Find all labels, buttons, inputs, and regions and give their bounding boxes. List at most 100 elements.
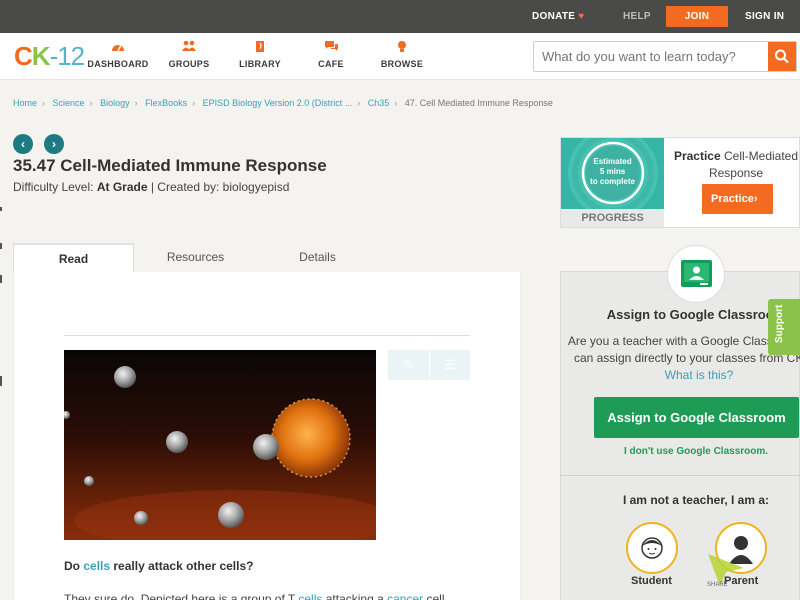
nav-dashboard-label: DASHBOARD	[87, 59, 149, 69]
created-by: | Created by: biologyepisd	[150, 180, 290, 194]
crumb-separator: ›	[357, 98, 361, 108]
progress-label: PROGRESS	[561, 209, 664, 227]
ck12-logo[interactable]: CK-12	[14, 41, 86, 72]
divider	[64, 335, 470, 336]
library-icon	[225, 40, 295, 58]
browse-icon	[367, 40, 437, 58]
estimate-line: to complete	[590, 177, 635, 186]
para-text: They sure do. Depicted here is a group o…	[64, 592, 296, 600]
tab-resources[interactable]: Resources	[135, 243, 256, 273]
para-text: cell.	[426, 592, 448, 600]
divider	[560, 475, 800, 476]
sign-in-link[interactable]: SIGN IN	[745, 0, 784, 33]
nav-groups[interactable]: GROUPS	[154, 40, 224, 69]
edge-mark	[0, 207, 2, 211]
search-box	[533, 41, 797, 72]
crumb-book[interactable]: EPISD Biology Version 2.0 (District ...	[203, 98, 353, 108]
what-is-this-link[interactable]: What is this?	[665, 368, 734, 382]
practice-heading-rest: Cell-Mediated Response	[708, 149, 799, 180]
student-option[interactable]	[626, 522, 678, 574]
crumb-current: 47. Cell Mediated Immune Response	[404, 98, 553, 108]
top-bar: DONATE ♥ HELP JOIN SIGN IN	[0, 0, 800, 33]
help-link[interactable]: HELP	[623, 0, 651, 33]
crumb-flexbooks[interactable]: FlexBooks	[145, 98, 187, 108]
chevron-left-icon: ‹	[21, 137, 25, 151]
student-label: Student	[631, 575, 672, 587]
classroom-desc-text: Are you a teacher with a Google Classroo…	[567, 334, 800, 365]
chevron-right-icon: ›	[52, 137, 56, 151]
notes-icon[interactable]: ☰	[429, 350, 470, 380]
dashboard-icon	[83, 40, 153, 58]
difficulty-value: At Grade	[96, 180, 148, 194]
practice-thumbnail: Estimated 5 mins to complete PROGRESS	[561, 138, 664, 227]
difficulty-label: Difficulty Level:	[13, 180, 94, 194]
intro-paragraph: They sure do. Depicted here is a group o…	[64, 592, 448, 600]
chevron-right-icon: ›	[754, 193, 758, 205]
no-classroom-link[interactable]: I don't use Google Classroom.	[560, 446, 800, 457]
crumb-home[interactable]: Home	[13, 98, 37, 108]
next-lesson-button[interactable]: ›	[44, 134, 64, 154]
support-label: Support	[774, 304, 785, 343]
question-suffix: really attack other cells?	[113, 559, 254, 573]
join-button[interactable]: JOIN	[666, 6, 728, 27]
tab-details[interactable]: Details	[257, 243, 378, 273]
previous-lesson-button[interactable]: ‹	[13, 134, 33, 154]
cafe-icon	[296, 40, 366, 58]
search-icon	[775, 49, 789, 64]
logo-num: -12	[49, 41, 86, 71]
nav-cafe[interactable]: CAFE	[296, 40, 366, 69]
content-tabs: Read Resources Details	[13, 243, 521, 273]
crumb-separator: ›	[42, 98, 46, 108]
share-label: SHARE	[707, 582, 728, 588]
support-tab[interactable]: Support	[768, 299, 800, 355]
question-prefix: Do	[64, 559, 80, 573]
groups-icon	[154, 40, 224, 58]
crumb-separator: ›	[89, 98, 93, 108]
cells-link[interactable]: cells	[298, 592, 322, 600]
practice-heading-bold: Practice	[673, 149, 721, 163]
pencil-icon[interactable]: ✎	[388, 350, 429, 380]
nav-cafe-label: CAFE	[318, 59, 344, 69]
nav-library-label: LIBRARY	[239, 59, 281, 69]
practice-button[interactable]: Practice ›	[702, 184, 773, 214]
nav-groups-label: GROUPS	[168, 59, 210, 69]
practice-card: Estimated 5 mins to complete PROGRESS Pr…	[560, 137, 800, 228]
edge-mark	[0, 243, 2, 249]
classroom-title: Assign to Google Classroom	[606, 307, 786, 322]
cells-link[interactable]: cells	[83, 559, 110, 573]
t-cells-attacking-cancer-cell-image	[64, 350, 376, 540]
page-title: 35.47 Cell-Mediated Immune Response	[13, 156, 327, 175]
lesson-meta: Difficulty Level: At Grade | Created by:…	[13, 180, 289, 194]
practice-heading: Practice Cell-Mediated Response	[671, 148, 800, 182]
crumb-separator: ›	[192, 98, 196, 108]
assign-classroom-button[interactable]: Assign to Google Classroom	[594, 397, 799, 438]
heart-icon: ♥	[578, 11, 585, 22]
crumb-separator: ›	[394, 98, 398, 108]
donate-link[interactable]: DONATE ♥	[532, 0, 585, 33]
edge-mark	[0, 376, 2, 386]
para-text: attacking a	[325, 592, 384, 600]
estimate-line: Estimated	[593, 157, 632, 166]
search-button[interactable]	[768, 42, 796, 71]
logo-k: K	[31, 41, 51, 71]
google-classroom-logo	[667, 245, 725, 303]
nav-library[interactable]: LIBRARY	[225, 40, 295, 69]
student-icon	[641, 537, 663, 559]
breadcrumb: Home › Science › Biology › FlexBooks › EPISD…	[13, 98, 558, 108]
nav-browse[interactable]: BROWSE	[367, 40, 437, 69]
estimate-line: 5 mins	[599, 167, 626, 176]
nav-browse-label: BROWSE	[380, 59, 424, 69]
crumb-biology[interactable]: Biology	[100, 98, 130, 108]
search-input[interactable]	[534, 42, 768, 71]
cancer-link[interactable]: cancer	[387, 592, 423, 600]
edge-mark	[0, 275, 2, 283]
annotation-toolbar: ✎ ☰	[388, 350, 470, 380]
crumb-chapter[interactable]: Ch35	[368, 98, 390, 108]
crumb-separator: ›	[134, 98, 138, 108]
classroom-description: Are you a teacher with a Google Classroo…	[566, 333, 800, 384]
donate-label: DONATE	[532, 11, 576, 22]
tab-read[interactable]: Read	[13, 243, 134, 273]
nav-dashboard[interactable]: DASHBOARD	[83, 40, 153, 69]
practice-button-label: Practice	[711, 193, 754, 205]
crumb-science[interactable]: Science	[53, 98, 85, 108]
